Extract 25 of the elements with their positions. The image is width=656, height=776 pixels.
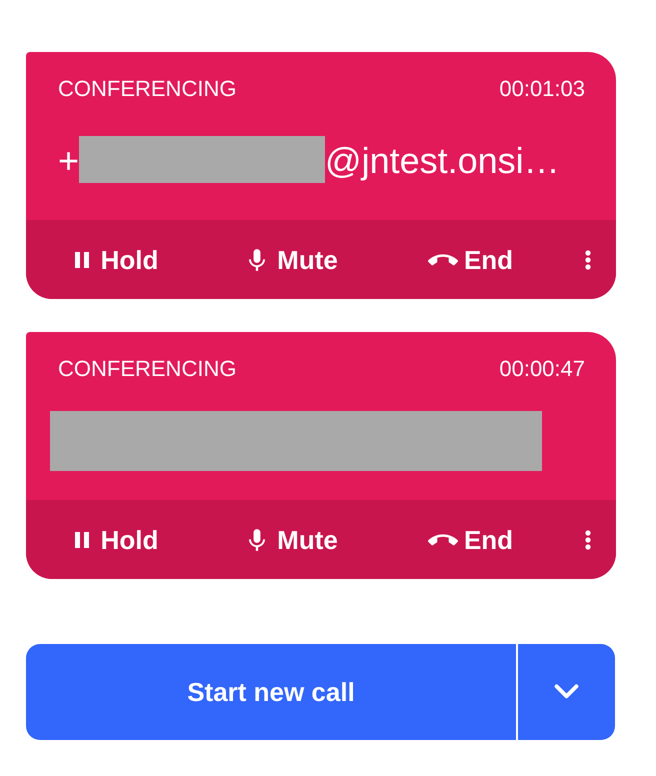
- hold-button[interactable]: Hold: [74, 524, 158, 554]
- call-timer: 00:00:47: [499, 356, 585, 382]
- end-call-button[interactable]: End: [428, 524, 514, 554]
- pause-icon: [74, 532, 89, 548]
- mute-button[interactable]: Mute: [249, 524, 338, 554]
- microphone-icon: [249, 248, 266, 270]
- mute-button[interactable]: Mute: [249, 244, 338, 274]
- chevron-down-icon: [554, 684, 579, 700]
- call-status: CONFERENCING: [58, 356, 236, 382]
- start-call-button[interactable]: Start new call: [26, 644, 516, 740]
- more-button[interactable]: [582, 248, 592, 272]
- more-button[interactable]: [582, 528, 592, 552]
- call-status: CONFERENCING: [58, 76, 236, 102]
- address-text: @jntest.onsi…: [325, 140, 560, 182]
- more-icon: [584, 250, 590, 270]
- microphone-icon: [249, 528, 266, 550]
- address-text: +: [58, 140, 80, 182]
- call-timer: 00:01:03: [499, 76, 585, 102]
- end-call-button[interactable]: End: [428, 244, 514, 274]
- phone-handset-icon: [428, 254, 458, 266]
- more-icon: [584, 530, 590, 550]
- phone-handset-icon: [428, 534, 458, 546]
- hold-button[interactable]: Hold: [74, 244, 158, 274]
- pause-icon: [74, 252, 89, 268]
- dropdown-button[interactable]: [518, 644, 615, 740]
